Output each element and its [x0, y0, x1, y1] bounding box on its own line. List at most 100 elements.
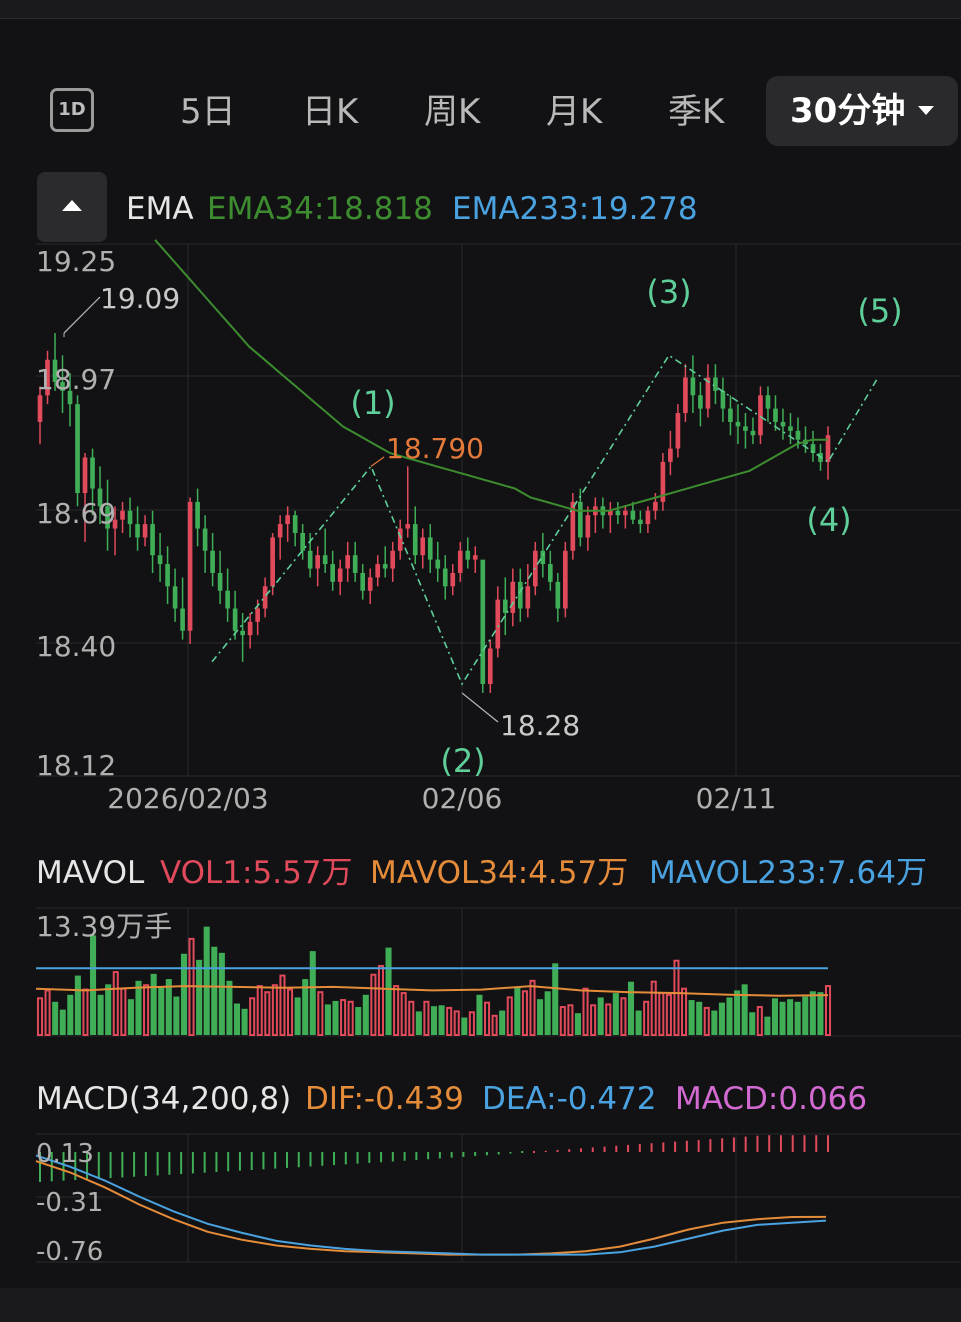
candle-body: [37, 395, 43, 422]
candle-body: [367, 577, 373, 591]
candle-body: [750, 430, 756, 436]
dea-path: [35, 1154, 827, 1256]
volume-bar: [749, 1012, 756, 1035]
volume-bar: [681, 987, 688, 1037]
volume-bar: [377, 964, 384, 1037]
volume-bar: [499, 1010, 506, 1035]
candle-body: [645, 510, 651, 525]
volume-bar: [521, 990, 528, 1036]
volume-bar: [711, 1010, 718, 1035]
candle-body: [285, 515, 290, 525]
volume-bars: [36, 926, 832, 1037]
volume-bar: [597, 997, 604, 1035]
volume-bar: [196, 959, 203, 1035]
candles: [37, 333, 831, 693]
candle-body: [735, 421, 741, 427]
volume-bar: [279, 974, 286, 1036]
x-tick-label: 2026/02/03: [107, 782, 268, 815]
volume-bar: [112, 971, 119, 1037]
wave-label-3: (3): [646, 273, 691, 311]
wave1-high-label: 18.790: [386, 432, 484, 465]
volume-bar: [52, 1001, 59, 1035]
candle-body: [345, 555, 351, 569]
volume-bar: [188, 937, 195, 1036]
volume-max-label: 13.39万手: [36, 910, 172, 943]
ema34-path: [154, 239, 828, 512]
candle-body: [668, 448, 673, 462]
candle-body: [795, 430, 801, 440]
candle-body: [142, 524, 148, 538]
candle-body: [487, 648, 493, 685]
vol1-legend: VOL1:5.57万: [160, 855, 353, 891]
volume-bar: [393, 985, 400, 1036]
volume-bar: [317, 991, 324, 1036]
candle-body: [713, 377, 718, 391]
volume-bar: [423, 1000, 430, 1037]
candle-body: [420, 537, 426, 556]
volume-bar: [567, 1004, 574, 1036]
volume-bar: [673, 959, 680, 1036]
volume-bar: [779, 1001, 786, 1035]
volume-bar: [468, 1011, 475, 1037]
candle-body: [630, 510, 636, 520]
y-tick-label: 18.12: [36, 749, 116, 782]
volume-bar: [605, 1003, 612, 1037]
volume-bar: [544, 991, 551, 1035]
candle-body: [322, 555, 328, 565]
volume-bar: [612, 993, 619, 1035]
candle-body: [225, 590, 230, 609]
candle-body: [765, 395, 771, 409]
volume-bar: [362, 994, 369, 1035]
volume-bar: [491, 1014, 498, 1036]
candle-body: [247, 621, 253, 636]
volume-bar: [226, 980, 233, 1035]
high-pointer-line: [63, 296, 101, 334]
volume-bar: [461, 1017, 468, 1035]
volume-bar: [734, 990, 741, 1035]
volume-bar: [105, 984, 112, 1035]
volume-bar: [120, 987, 127, 1037]
low-pointer-line: [461, 692, 499, 723]
mavol-legend-title: MAVOL: [36, 855, 145, 891]
volume-bar: [355, 1007, 362, 1035]
candlestick-chart[interactable]: 19.25 18.97 18.69 18.40 18.12 2026/02/03…: [0, 0, 961, 820]
candle-body: [578, 501, 583, 538]
candle-body: [525, 586, 531, 609]
x-tick-label: 02/11: [696, 782, 777, 815]
volume-bar: [741, 984, 748, 1035]
volume-bar: [271, 984, 278, 1036]
volume-bar: [650, 980, 657, 1037]
volume-grid: [36, 907, 961, 1037]
candle-body: [135, 524, 140, 538]
candle-body: [728, 408, 733, 422]
macd-y-tick: 0.13: [36, 1139, 94, 1169]
volume-bar: [135, 980, 142, 1035]
volume-bar: [809, 991, 816, 1035]
volume-bar: [802, 996, 809, 1035]
candle-body: [127, 510, 133, 525]
candle-body: [480, 559, 486, 685]
stock-chart-screen: 1D 5日 日K 周K 月K 季K 30分钟 EMA EMA34:18.818 …: [0, 0, 961, 1322]
volume-bar: [453, 1010, 460, 1037]
candle-body: [75, 404, 80, 494]
volume-bar: [340, 999, 347, 1036]
volume-bar: [218, 952, 225, 1035]
candle-body: [442, 568, 448, 587]
volume-bar: [764, 1016, 771, 1035]
volume-bar: [173, 996, 180, 1035]
candle-body: [232, 608, 238, 631]
main-labels: 19.25 18.97 18.69 18.40 18.12 2026/02/03…: [36, 245, 903, 815]
volume-bar: [794, 1001, 801, 1035]
volume-bar: [415, 1011, 422, 1035]
candle-body: [292, 515, 298, 533]
candle-body: [555, 581, 561, 609]
volume-bar: [150, 973, 157, 1035]
candle-body: [82, 457, 88, 494]
volume-bar: [370, 973, 377, 1037]
volume-bar: [347, 1000, 354, 1037]
volume-bar: [718, 1002, 725, 1035]
candle-body: [517, 581, 523, 609]
volume-bar: [817, 992, 824, 1035]
candle-body: [585, 515, 591, 538]
candle-body: [277, 524, 283, 538]
